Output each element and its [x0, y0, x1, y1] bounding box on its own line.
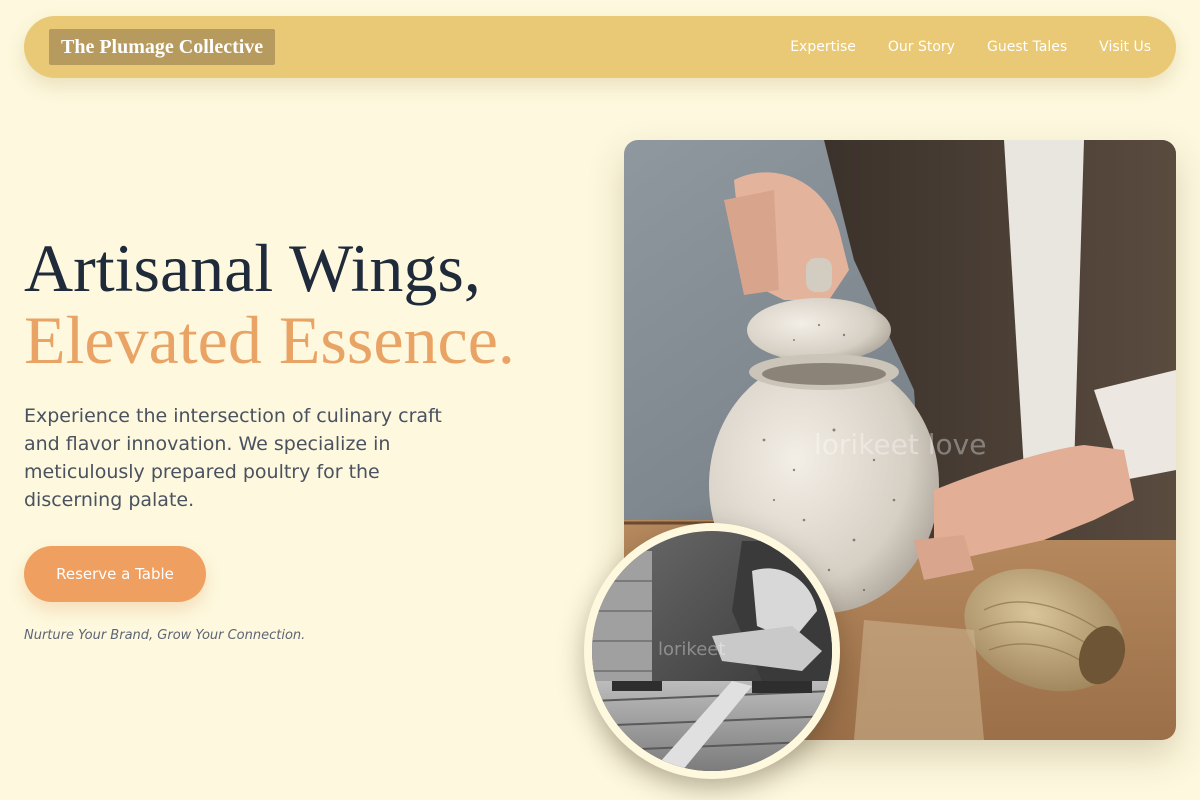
hero-title-line2: Elevated Essence.: [24, 302, 515, 378]
brand-logo[interactable]: The Plumage Collective: [49, 29, 276, 65]
reserve-table-button[interactable]: Reserve a Table: [24, 546, 206, 602]
hero-title-line1: Artisanal Wings,: [24, 230, 481, 306]
hero-description: Experience the intersection of culinary …: [24, 405, 442, 511]
inset-photo-frame: lorikeet: [584, 523, 840, 779]
nav-link-expertise[interactable]: Expertise: [790, 39, 856, 55]
nav-link-our-story[interactable]: Our Story: [888, 39, 955, 55]
inset-photo-woodworker: lorikeet: [592, 531, 832, 771]
navbar: The Plumage Collective Expertise Our Sto…: [24, 16, 1176, 78]
woodworker-illustration: [592, 531, 832, 771]
nav-link-visit-us[interactable]: Visit Us: [1099, 39, 1151, 55]
hero-title: Artisanal Wings, Elevated Essence.: [24, 232, 515, 376]
nav-links: Expertise Our Story Guest Tales Visit Us: [790, 16, 1151, 78]
nav-link-guest-tales[interactable]: Guest Tales: [987, 39, 1067, 55]
hero-tagline: Nurture Your Brand, Grow Your Connection…: [24, 628, 306, 643]
